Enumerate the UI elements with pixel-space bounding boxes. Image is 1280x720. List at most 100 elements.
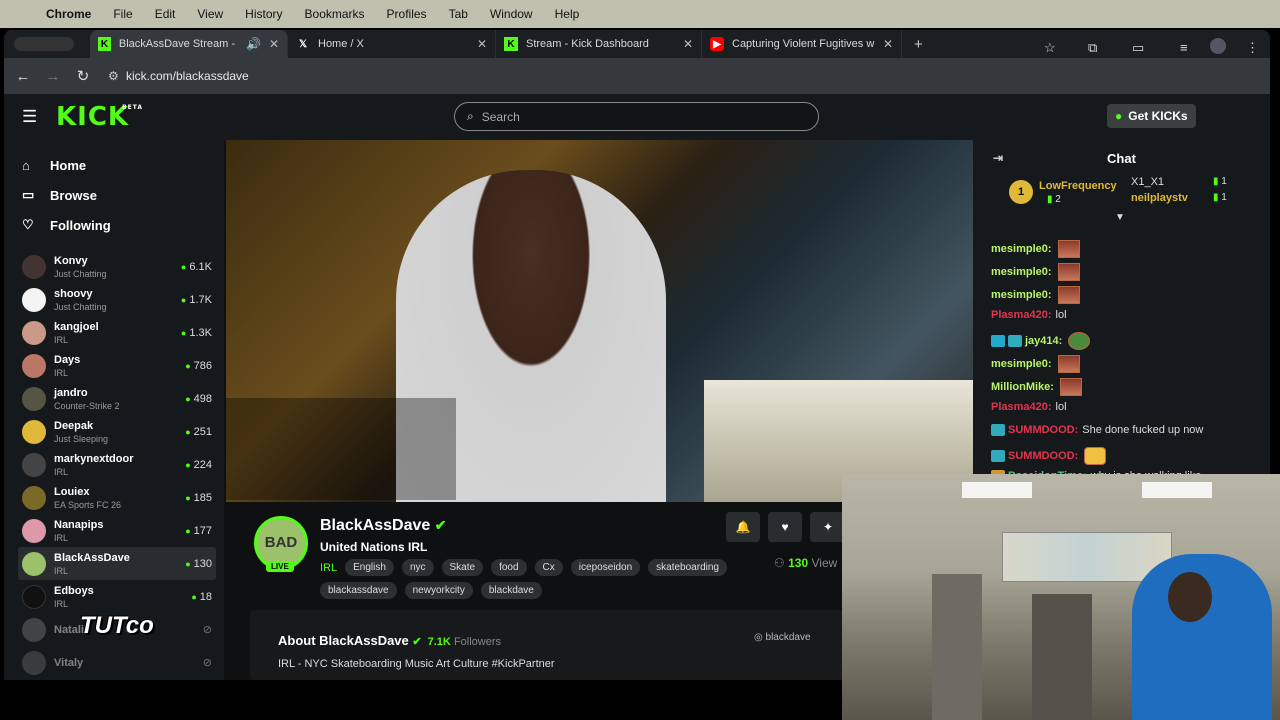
chat-badge-icon [991,424,1005,436]
menu-profiles[interactable]: Profiles [387,7,427,21]
viewer-count: ● 6.1K [180,260,212,273]
kick-logo[interactable]: KICK BETA [56,102,142,132]
nav-label: Browse [50,187,97,203]
menu-help[interactable]: Help [555,7,580,21]
logo-beta: BETA [122,104,144,111]
tag[interactable]: newyorkcity [404,582,473,599]
extensions-icon[interactable]: ⧉ [1088,40,1097,56]
viewer-count: ● 786 [185,359,212,372]
sidebar-channel-nanapips[interactable]: Nanapips IRL ● 177 [18,514,216,547]
sidebar-nav-following[interactable]: ♡ Following [4,210,224,240]
sparkle-button[interactable]: ✦ [810,512,846,542]
leaderboard-user[interactable]: X1_X1 [1131,176,1164,188]
tab-kick-stream[interactable]: K BlackAssDave Stream - W 🔊 ✕ [90,30,288,58]
close-icon[interactable]: ✕ [269,37,279,51]
sidebar-channel-blackassdave[interactable]: BlackAssDave IRL ● 130 [18,547,216,580]
channel-category: Just Chatting [54,268,107,279]
sidebar-channel-louiex[interactable]: Louiex EA Sports FC 26 ● 185 [18,481,216,514]
tab-x-home[interactable]: 𝕏 Home / X ✕ [288,30,496,58]
tag[interactable]: blackassdave [320,582,397,599]
category-link[interactable]: IRL [320,562,337,574]
search-input[interactable]: ⌕ Search [454,102,819,131]
tag[interactable]: Cx [534,559,563,576]
avatar [22,287,46,312]
sidebar-channel-deepak[interactable]: Deepak Just Sleeping ● 251 [18,415,216,448]
forward-icon[interactable]: → [38,68,68,85]
sidebar-channel-vitaly[interactable]: Vitaly ⊘ [18,646,216,679]
channel-name: Deepak [54,419,94,432]
new-tab-icon[interactable]: + [914,36,923,53]
more-menu-icon[interactable]: ⋮ [1246,40,1259,56]
sidebar-nav-browse[interactable]: ▭ Browse [4,180,224,210]
sidebar-channel-kangjoel[interactable]: kangjoel IRL ● 1.3K [18,316,216,349]
emote [1059,378,1082,396]
about-description: IRL - NYC Skateboarding Music Art Cultur… [278,658,555,670]
sidebar-channel-konvy[interactable]: Konvy Just Chatting ● 6.1K [18,250,216,283]
viewer-count-main: ⚇ 130 View [774,556,838,570]
viewer-count: ● 224 [185,458,212,471]
tag[interactable]: nyc [401,559,434,576]
tag[interactable]: food [491,559,527,576]
streamer-name[interactable]: BlackAssDave ✔ [320,517,446,535]
instagram-link[interactable]: ◎ blackdave [754,632,811,643]
instagram-icon: ◎ [754,632,763,643]
collapse-chat-icon[interactable]: ⇥ [993,151,1003,165]
tab-youtube[interactable]: ▶ Capturing Violent Fugitives w ✕ [702,30,902,58]
home-icon: ⌂ [22,157,30,173]
leaderboard-user[interactable]: neilplaystv [1131,192,1188,204]
tag[interactable]: Skate [441,559,484,576]
avatar [22,485,46,510]
avatar [22,584,46,609]
speaker-icon[interactable]: 🔊 [246,37,261,51]
expand-leaderboard-icon[interactable]: ▼ [1115,212,1125,223]
chat-message: Plasma420: lol [991,309,1067,321]
tag[interactable]: iceposeidon [570,559,641,576]
avatar [22,452,46,477]
back-icon[interactable]: ← [8,68,38,85]
menu-window[interactable]: Window [490,7,533,21]
close-icon[interactable]: ✕ [683,37,693,51]
bookmark-star-icon[interactable]: ☆ [1044,40,1056,56]
tab-kick-dashboard[interactable]: K Stream - Kick Dashboard ✕ [496,30,702,58]
menu-bookmarks[interactable]: Bookmarks [305,7,365,21]
menu-file[interactable]: File [113,7,132,21]
menu-history[interactable]: History [245,7,282,21]
close-icon[interactable]: ✕ [883,37,893,51]
viewer-count: ● 18 [191,590,212,603]
menu-app-name[interactable]: Chrome [46,7,91,21]
verified-icon: ✔ [412,636,422,648]
offline-icon: ⊘ [202,624,212,636]
sidebar-channel-days[interactable]: Days IRL ● 786 [18,349,216,382]
close-icon[interactable]: ✕ [477,37,487,51]
menu-view[interactable]: View [197,7,223,21]
leaderboard-user[interactable]: LowFrequency [1039,180,1117,192]
followers-count: 7.1K [427,636,451,648]
sidebar-channel-edboys[interactable]: Edboys IRL ● 18 [18,580,216,613]
tab-group-pill[interactable] [14,37,74,51]
get-kicks-button[interactable]: ● Get KICKs [1107,104,1196,128]
sidebar-channel-markynextdoor[interactable]: markynextdoor IRL ● 224 [18,448,216,481]
sidebar-nav-home[interactable]: ⌂ Home [4,150,224,180]
site-info-icon[interactable]: ⚙ [108,69,126,83]
hamburger-icon[interactable]: ☰ [22,107,42,127]
channel-category: IRL [54,598,69,609]
sidebar-channel-shoovy[interactable]: shoovy Just Chatting ● 1.7K [18,283,216,316]
follow-heart-button[interactable]: ♥ [768,512,802,542]
video-player[interactable] [226,140,973,502]
menu-edit[interactable]: Edit [155,7,176,21]
cast-icon[interactable]: ▭ [1132,40,1144,56]
chat-title: Chat [1107,150,1136,166]
sidebar-channel-jandro[interactable]: jandro Counter-Strike 2 ● 498 [18,382,216,415]
media-icon[interactable]: ≡ [1180,40,1188,55]
leaderboard-count: ▮ 1 [1213,176,1227,187]
notification-bell-button[interactable]: 🔔 [726,512,760,542]
tag[interactable]: blackdave [480,582,542,599]
url-field[interactable]: ⚙ kick.com/blackassdave [108,63,249,89]
emote [1084,447,1107,465]
menu-tab[interactable]: Tab [449,7,468,21]
reload-icon[interactable]: ↻ [68,67,98,85]
tag[interactable]: skateboarding [648,559,727,576]
tag[interactable]: English [345,559,394,576]
nav-label: Following [50,217,111,233]
profile-avatar[interactable] [1210,38,1226,54]
